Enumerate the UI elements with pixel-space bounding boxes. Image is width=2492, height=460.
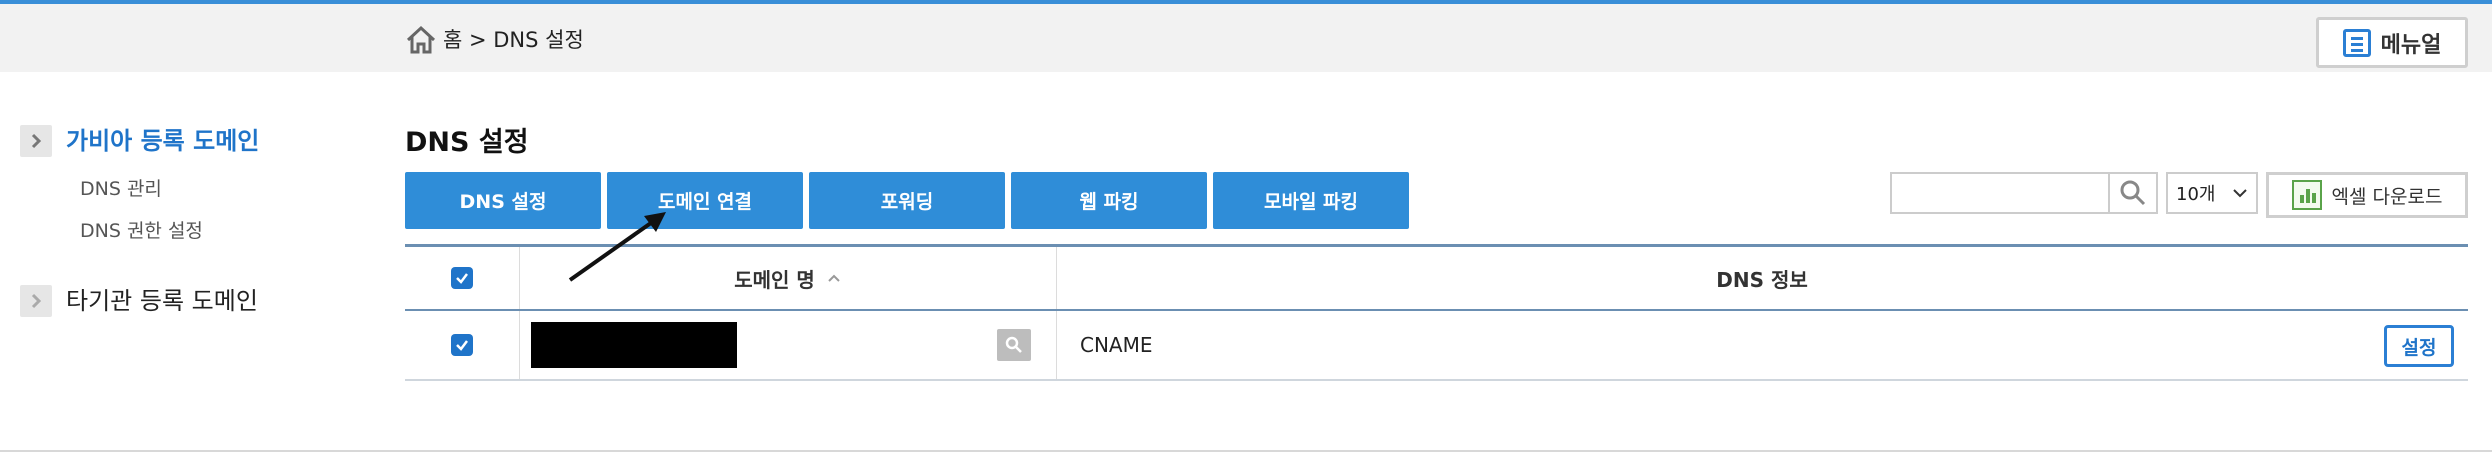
chevron-right-icon [20, 125, 52, 157]
search-input[interactable] [1890, 172, 2110, 214]
tab-mobile-parking[interactable]: 모바일 파킹 [1213, 172, 1409, 229]
sidebar-subitem-dns-manage[interactable]: DNS 관리 [80, 174, 162, 201]
dns-table: 도메인 명 DNS 정보 CNAME 설정 [405, 244, 2468, 381]
chevron-down-icon [2233, 189, 2247, 198]
document-icon [2342, 28, 2371, 57]
arrow-annotation-icon [568, 212, 666, 282]
sidebar-subitem-dns-permission[interactable]: DNS 권한 설정 [80, 216, 203, 243]
header-bar: 홈 > DNS 설정 메뉴얼 [0, 4, 2492, 72]
select-all-checkbox[interactable] [451, 267, 473, 289]
excel-chart-icon [2291, 180, 2322, 210]
check-icon [456, 340, 468, 351]
page-size-select[interactable]: 10개 [2166, 172, 2258, 214]
manual-button[interactable]: 메뉴얼 [2316, 17, 2468, 68]
row-checkbox[interactable] [451, 334, 473, 356]
manual-button-label: 메뉴얼 [2380, 32, 2442, 58]
table-header: 도메인 명 DNS 정보 [405, 247, 2468, 311]
search-icon [1005, 336, 1022, 353]
excel-download-button[interactable]: 엑셀 다운로드 [2266, 172, 2468, 218]
dns-info-value: CNAME [1080, 333, 1153, 357]
tab-web-parking[interactable]: 웹 파킹 [1011, 172, 1207, 229]
excel-download-label: 엑셀 다운로드 [2331, 185, 2443, 208]
page-size-value: 10개 [2176, 184, 2216, 205]
home-icon[interactable] [405, 24, 437, 56]
sidebar-item-gabia-domains[interactable]: 가비아 등록 도메인 [20, 125, 259, 157]
sidebar-item-other-domains[interactable]: 타기관 등록 도메인 [20, 285, 258, 317]
breadcrumb: 홈 > DNS 설정 [443, 28, 584, 52]
domain-search-button[interactable] [997, 329, 1031, 361]
settings-button[interactable]: 설정 [2384, 325, 2454, 367]
search-button[interactable] [2108, 172, 2158, 214]
sidebar-item-label: 타기관 등록 도메인 [66, 287, 258, 315]
check-icon [456, 273, 468, 284]
column-header-dns-info: DNS 정보 [1716, 267, 1808, 292]
page-title: DNS 설정 [405, 127, 529, 158]
sort-up-icon [828, 274, 840, 282]
sidebar-item-label: 가비아 등록 도메인 [66, 127, 260, 155]
redacted-domain-name [531, 322, 737, 368]
search-icon [2120, 180, 2146, 206]
column-header-domain-label: 도메인 명 [734, 267, 815, 292]
tab-forwarding[interactable]: 포워딩 [809, 172, 1005, 229]
chevron-right-icon [20, 285, 52, 317]
table-row: CNAME 설정 [405, 311, 2468, 381]
bottom-divider [0, 450, 2492, 452]
